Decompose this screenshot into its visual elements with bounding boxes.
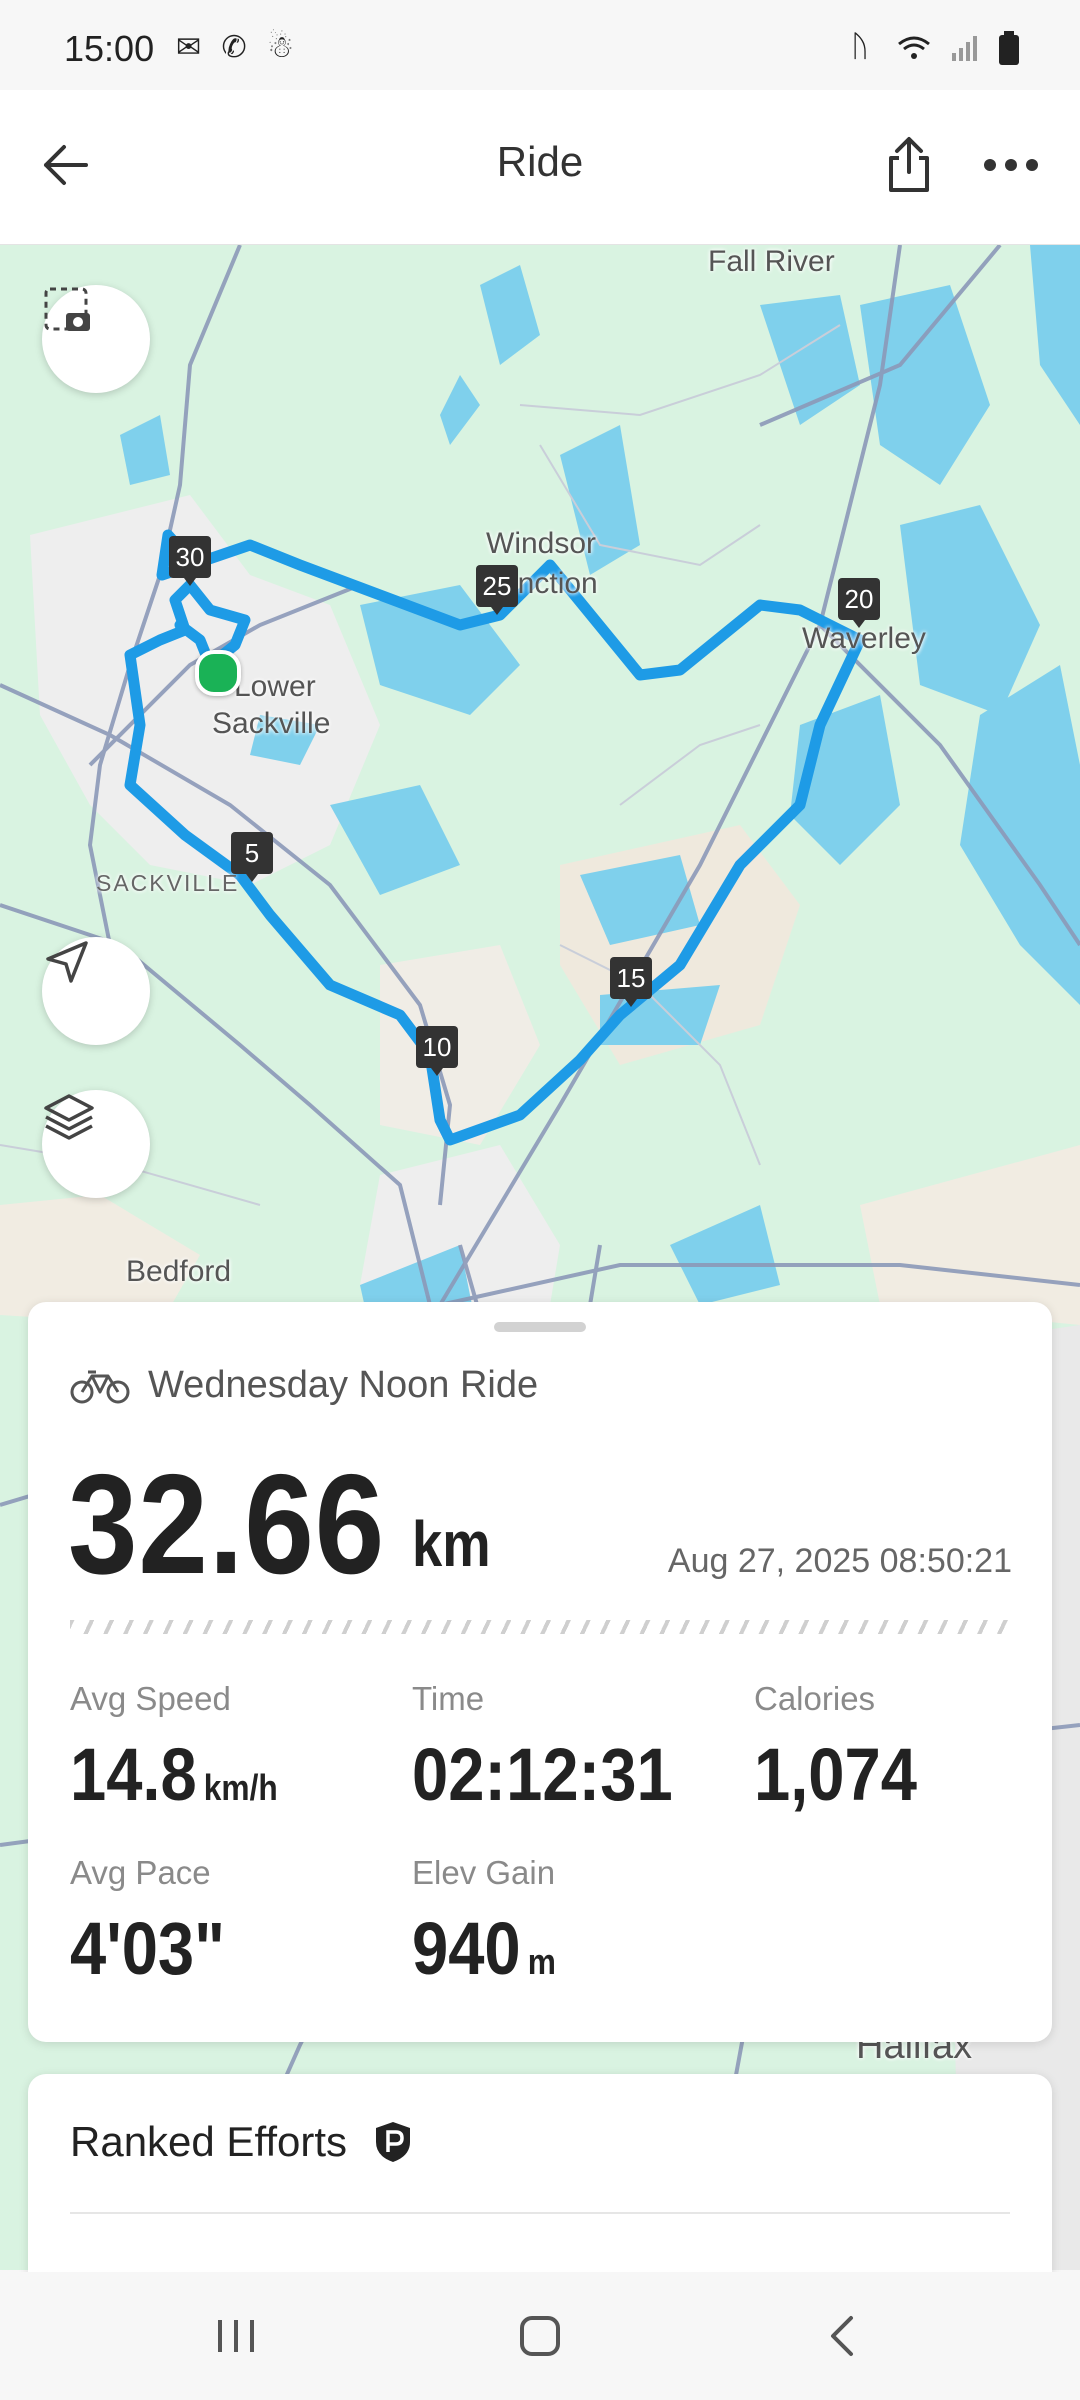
stat-avg-speed: Avg Speed 14.8 km/h [70,1680,306,1817]
stat-calories: Calories 1,074 [754,1680,939,1817]
stat-time: Time 02:12:31 [412,1680,708,1817]
km-marker-10: 10 [416,1026,458,1076]
recents-button[interactable] [196,2306,276,2366]
start-point-marker [195,650,241,696]
stat-avg-speed-label: Avg Speed [70,1680,231,1717]
map-screenshot-button[interactable] [42,285,150,393]
map-recenter-button[interactable] [42,937,150,1045]
drag-handle[interactable] [494,1322,586,1332]
stat-avg-speed-value-wrap: 14.8 km/h [70,1732,278,1817]
activity-header: Wednesday Noon Ride [70,1364,538,1407]
stat-avg-pace: Avg Pace 4'03" [70,1854,246,1991]
shield-p-icon [375,2122,410,2162]
km-marker-25: 25 [476,565,518,615]
distance-unit: km [412,1508,491,1580]
signal-icon [951,36,977,62]
stat-elev-gain-value: 940 [412,1907,521,1990]
share-icon [889,137,929,192]
recents-icon [218,2320,254,2352]
place-lower-sackville-line2: Sackville [212,707,331,740]
km-marker-20: 20 [838,578,880,628]
place-fall-river: Fall River [708,245,835,278]
navigation-icon [46,941,88,983]
more-horizontal-icon [984,159,1038,171]
km-marker-30: 30 [169,536,211,586]
stat-calories-label: Calories [754,1680,876,1717]
stat-avg-pace-label: Avg Pace [70,1854,211,1891]
more-button[interactable] [976,130,1046,200]
home-icon [520,2316,560,2356]
battery-icon [999,31,1019,66]
phone-icon: ✆ [221,31,253,64]
place-sackville: SACKVILLE [96,870,240,896]
place-windsor-junction-line1: Windsor [486,527,597,560]
km-marker-5: 5 [231,832,273,882]
stat-elev-gain: Elev Gain 940 m [412,1854,575,1991]
km-marker-15: 15 [610,957,652,1007]
ranked-efforts-title: Ranked Efforts [70,2118,348,2165]
layers-icon [44,1094,94,1140]
dashed-divider [70,1620,1010,1634]
share-button[interactable] [874,130,944,200]
stat-calories-value: 1,074 [754,1733,917,1816]
status-right-icons: ᚢ [850,30,1020,66]
stat-avg-speed-unit: km/h [203,1767,278,1808]
back-icon [831,2316,853,2356]
activity-summary-card[interactable]: Wednesday Noon Ride 32.66 km Aug 27, 202… [28,1302,1052,2042]
ranked-efforts-header: Ranked Efforts [70,2118,413,2166]
screenshot-icon [44,287,90,331]
distance-value: 32.66 [68,1445,386,1604]
system-nav-bar [0,2272,1080,2400]
stat-avg-speed-value: 14.8 [70,1733,197,1816]
system-back-button[interactable] [802,2306,882,2366]
status-time: 15:00 [64,28,155,69]
map-layers-button[interactable] [42,1090,150,1198]
place-bedford: Bedford [126,1255,232,1288]
activity-name: Wednesday Noon Ride [148,1364,539,1406]
stat-time-label: Time [412,1680,485,1717]
stat-avg-pace-value: 4'03" [70,1907,226,1990]
bicycle-icon [70,1370,130,1403]
place-lower-sackville-line1: Lower [234,670,316,703]
status-left-icons: ✉ ✆ ☃ [176,30,300,65]
stat-elev-gain-unit: m [527,1941,556,1982]
status-bar: 15:00 ✉ ✆ ☃ ᚢ [0,0,1080,90]
activity-datetime: Aug 27, 2025 08:50:21 [667,1542,1012,1580]
ranked-efforts-divider [70,2212,1010,2214]
home-button[interactable] [500,2306,580,2366]
mail-icon: ✉ [176,31,208,64]
app-header: Ride [0,90,1080,245]
stat-elev-gain-label: Elev Gain [412,1854,556,1891]
wifi-icon [898,36,931,60]
notification-icon: ☃ [266,31,300,64]
bluetooth-icon: ᚢ [850,30,879,63]
stat-time-value: 02:12:31 [412,1733,673,1816]
stat-elev-gain-value-wrap: 940 m [412,1906,556,1991]
